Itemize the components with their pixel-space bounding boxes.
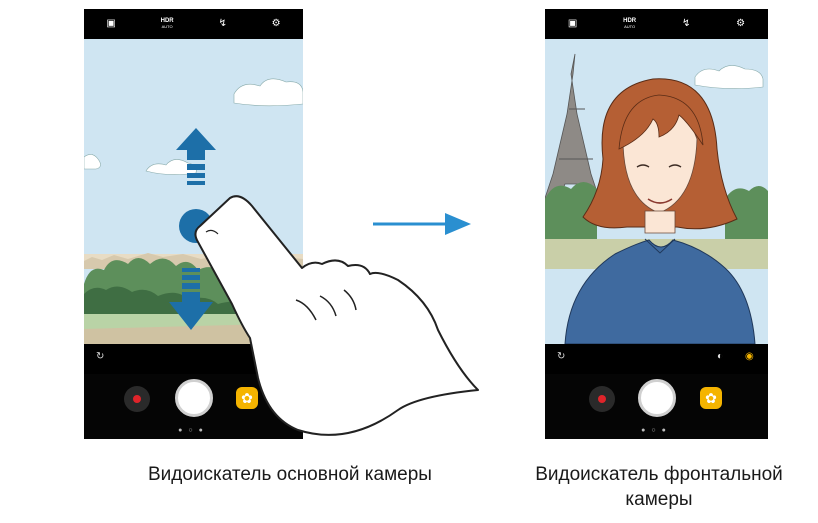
front-camera-caption-line1: Видоискатель фронтальной bbox=[535, 464, 783, 485]
front-camera-caption-line2: камеры bbox=[625, 489, 693, 510]
swipe-down-arrow-icon bbox=[169, 268, 213, 330]
front-camera-caption: Видоискатель фронтальной камеры bbox=[500, 462, 818, 512]
gesture-overlay bbox=[169, 128, 479, 436]
rear-camera-caption: Видоискатель основной камеры bbox=[148, 464, 432, 485]
transition-arrow-icon bbox=[373, 213, 471, 235]
swipe-up-arrow-icon bbox=[176, 128, 216, 185]
